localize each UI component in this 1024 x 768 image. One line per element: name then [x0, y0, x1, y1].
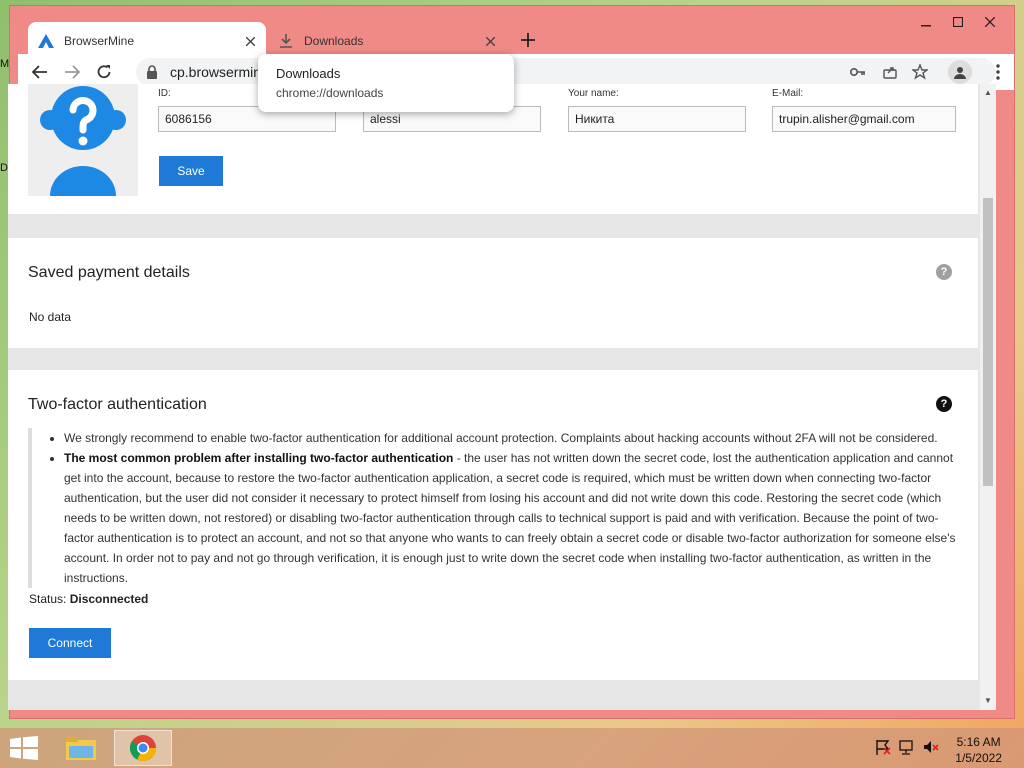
- windows-logo-icon: [10, 736, 38, 760]
- profile-avatar-icon[interactable]: [948, 60, 972, 84]
- forward-arrow-icon: [65, 65, 80, 79]
- close-icon: [985, 17, 995, 27]
- tab-title: Downloads: [304, 34, 364, 48]
- action-center-flag-icon[interactable]: [874, 738, 892, 756]
- payment-card: Saved payment details ? No data: [8, 238, 978, 348]
- connect-button[interactable]: Connect: [29, 628, 111, 658]
- payment-empty-text: No data: [29, 310, 72, 324]
- close-icon: [485, 36, 495, 46]
- browsermine-logo-icon: [38, 33, 54, 49]
- email-input[interactable]: [772, 106, 956, 132]
- taskbar-clock[interactable]: 5:16 AM 1/5/2022: [955, 734, 1002, 766]
- new-tab-button[interactable]: [516, 28, 540, 52]
- tab-close-button[interactable]: [240, 31, 260, 51]
- popup-title: Downloads: [276, 66, 341, 81]
- help-icon[interactable]: ?: [936, 264, 952, 280]
- payment-section-title: Saved payment details: [28, 264, 190, 281]
- taskbar-chrome[interactable]: [114, 730, 172, 766]
- forward-button[interactable]: [60, 60, 84, 84]
- maximize-icon: [953, 17, 963, 27]
- tab-title: BrowserMine: [64, 34, 135, 48]
- twofa-status: Status: Disconnected: [29, 592, 148, 606]
- chrome-icon: [129, 735, 156, 761]
- help-icon[interactable]: ?: [936, 396, 952, 412]
- reload-button[interactable]: [92, 60, 116, 84]
- twofa-notes: We strongly recommend to enable two-fact…: [28, 428, 966, 588]
- page-viewport: ID: Your name: E-Mail: Save Saved paymen…: [8, 84, 980, 710]
- desktop-label-m: M: [0, 58, 10, 70]
- close-icon: [245, 36, 255, 46]
- network-icon[interactable]: [898, 738, 916, 756]
- back-arrow-icon: [32, 65, 47, 79]
- name-input[interactable]: [568, 106, 746, 132]
- close-window-button[interactable]: [974, 12, 1006, 32]
- clock-time: 5:16 AM: [956, 735, 1001, 749]
- field-label-id: ID:: [158, 88, 171, 99]
- start-button[interactable]: [10, 736, 38, 760]
- maximize-button[interactable]: [942, 12, 974, 32]
- window-controls: [910, 12, 1006, 32]
- question-avatar-icon: [40, 86, 126, 196]
- avatar: [28, 84, 138, 196]
- key-icon[interactable]: [848, 62, 868, 82]
- field-label-email: E-Mail:: [772, 88, 804, 99]
- lock-icon: [147, 65, 157, 79]
- twofa-section-title: Two-factor authentication: [28, 396, 207, 413]
- download-icon: [278, 33, 294, 49]
- downloads-popup[interactable]: Downloads chrome://downloads: [258, 54, 514, 112]
- minimize-button[interactable]: [910, 12, 942, 32]
- volume-muted-icon[interactable]: [922, 738, 940, 756]
- back-button[interactable]: [28, 60, 52, 84]
- plus-icon: [521, 33, 535, 47]
- twofa-note-2-bold: The most common problem after installing…: [64, 451, 454, 465]
- desktop-label-d: D: [0, 162, 8, 174]
- taskbar: 5:16 AM 1/5/2022: [0, 728, 1024, 768]
- field-label-name: Your name:: [568, 88, 619, 99]
- status-label: Status:: [29, 592, 67, 606]
- kebab-menu-icon: [996, 64, 1000, 80]
- clock-date: 1/5/2022: [955, 751, 1002, 765]
- minimize-icon: [921, 25, 931, 27]
- taskbar-file-explorer[interactable]: [52, 730, 110, 766]
- reload-icon: [97, 65, 111, 79]
- bookmark-star-icon[interactable]: [910, 62, 930, 82]
- scroll-down-icon[interactable]: ▼: [983, 696, 993, 706]
- menu-button[interactable]: [986, 60, 1010, 84]
- tab-close-button[interactable]: [480, 31, 500, 51]
- url-text: cp.browsermine: [170, 64, 269, 80]
- twofa-note-2-text: - the user has not written down the secr…: [64, 451, 956, 585]
- twofa-card: Two-factor authentication ? We strongly …: [8, 370, 978, 680]
- scrollbar-thumb[interactable]: [983, 198, 993, 486]
- scroll-up-icon[interactable]: ▲: [983, 88, 993, 98]
- page-scrollbar[interactable]: ▲ ▼: [980, 84, 996, 710]
- share-icon[interactable]: [880, 62, 900, 82]
- status-value: Disconnected: [69, 592, 149, 606]
- twofa-note-2: The most common problem after installing…: [64, 448, 966, 588]
- twofa-note-1: We strongly recommend to enable two-fact…: [64, 428, 966, 448]
- save-button[interactable]: Save: [159, 156, 223, 186]
- popup-url: chrome://downloads: [276, 86, 384, 100]
- folder-icon: [66, 737, 96, 760]
